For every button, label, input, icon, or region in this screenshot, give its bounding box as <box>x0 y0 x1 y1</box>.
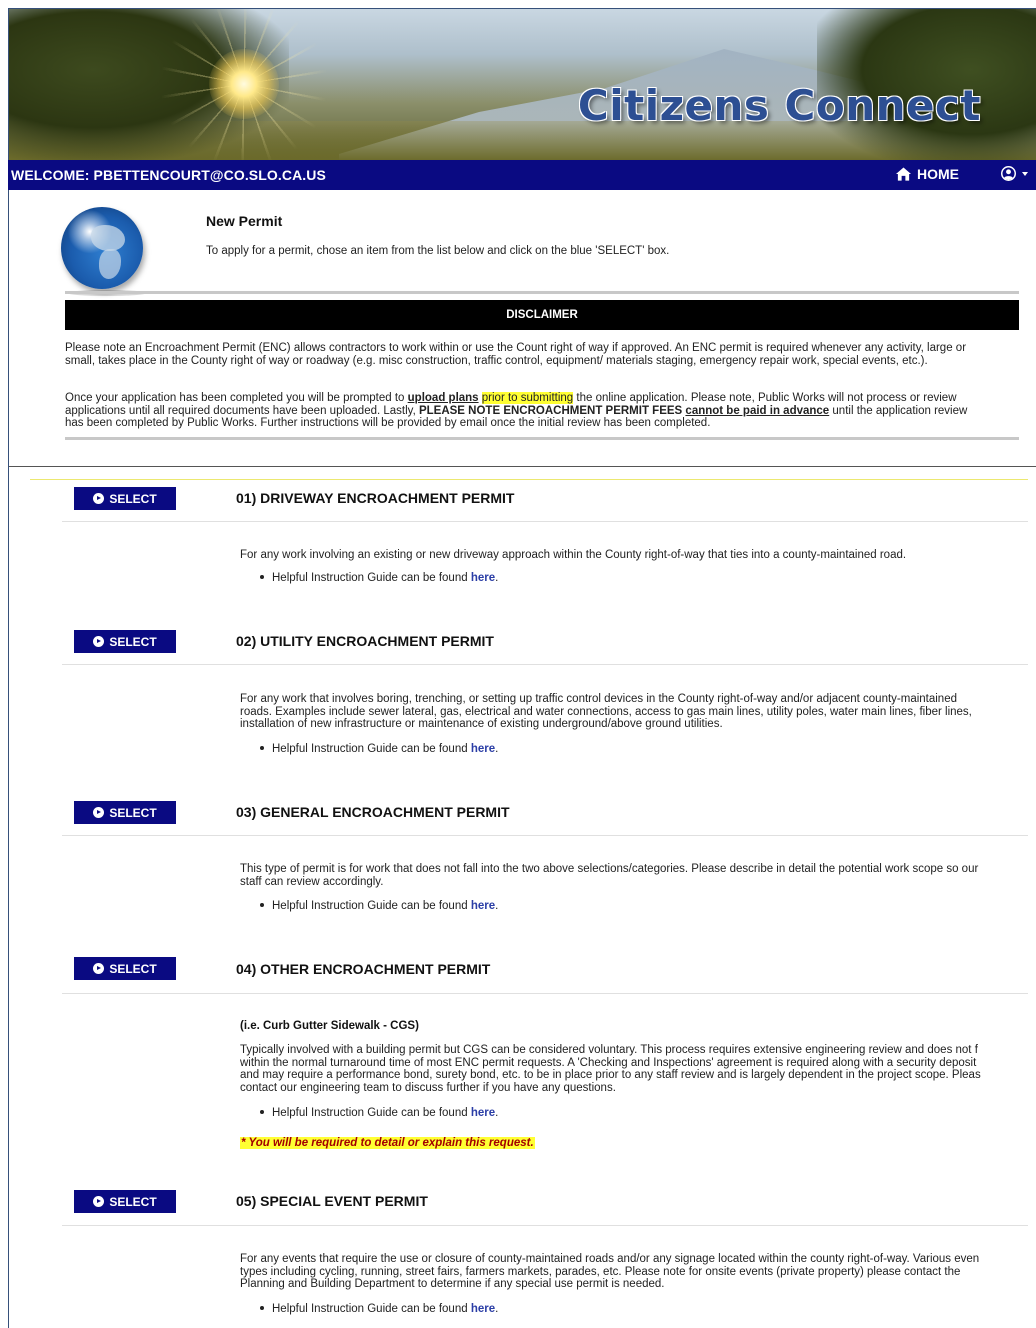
permit-title-utility: 02) UTILITY ENCROACHMENT PERMIT <box>236 633 494 649</box>
page-title: New Permit <box>206 213 283 229</box>
user-circle-icon <box>1001 166 1016 181</box>
select-button-other[interactable]: SELECT <box>74 957 176 980</box>
permit-description-utility: For any work that involves boring, trenc… <box>240 693 972 730</box>
arrow-circle-icon <box>93 493 105 504</box>
divider <box>65 291 1019 294</box>
select-button-utility[interactable]: SELECT <box>74 630 176 653</box>
guide-link-other[interactable]: here <box>471 1107 495 1119</box>
sun-graphic <box>209 49 279 119</box>
select-button-special-event[interactable]: SELECT <box>74 1190 176 1213</box>
home-link[interactable]: HOME <box>896 166 959 182</box>
chevron-down-icon <box>1022 171 1028 176</box>
permit-subhead-other: (i.e. Curb Gutter Sidewalk - CGS) <box>240 1020 419 1032</box>
guide-line-general: Helpful Instruction Guide can be found h… <box>260 900 498 912</box>
guide-line-driveway: Helpful Instruction Guide can be found h… <box>260 572 498 584</box>
permit-description-driveway: For any work involving an existing or ne… <box>240 549 907 561</box>
guide-link-driveway[interactable]: here <box>471 572 495 584</box>
guide-link-general[interactable]: here <box>471 900 495 912</box>
select-button-driveway[interactable]: SELECT <box>74 487 176 510</box>
home-label: HOME <box>917 166 959 182</box>
permit-description-other: Typically involved with a building permi… <box>240 1044 981 1094</box>
permit-title-general: 03) GENERAL ENCROACHMENT PERMIT <box>236 804 510 820</box>
guide-line-special-event: Helpful Instruction Guide can be found h… <box>260 1303 498 1315</box>
disclaimer-header: DISCLAIMER <box>65 300 1019 330</box>
arrow-circle-icon <box>93 963 105 974</box>
permit-title-driveway: 01) DRIVEWAY ENCROACHMENT PERMIT <box>236 490 515 506</box>
list-top-rule <box>30 479 1028 480</box>
welcome-text: WELCOME: PBETTENCOURT@CO.SLO.CA.US <box>11 167 326 183</box>
intro-panel: New Permit To apply for a permit, chose … <box>8 190 1036 467</box>
select-button-general[interactable]: SELECT <box>74 801 176 824</box>
guide-line-other: Helpful Instruction Guide can be found h… <box>260 1107 498 1119</box>
header-banner: Citizens Connect <box>8 8 1036 161</box>
user-menu-button[interactable] <box>1001 166 1028 181</box>
permit-title-special-event: 05) SPECIAL EVENT PERMIT <box>236 1193 428 1209</box>
divider <box>65 437 1019 440</box>
home-icon <box>896 167 911 181</box>
arrow-circle-icon <box>93 636 105 647</box>
arrow-circle-icon <box>93 807 105 818</box>
guide-line-utility: Helpful Instruction Guide can be found h… <box>260 743 498 755</box>
permit-description-special-event: For any events that require the use or c… <box>240 1253 980 1290</box>
guide-link-special-event[interactable]: here <box>471 1303 495 1315</box>
guide-link-utility[interactable]: here <box>471 743 495 755</box>
brand-title: Citizens Connect <box>577 81 981 130</box>
required-note: * You will be required to detail or expl… <box>240 1137 535 1149</box>
permit-description-general: This type of permit is for work that doe… <box>240 863 979 888</box>
permit-title-other: 04) OTHER ENCROACHMENT PERMIT <box>236 961 491 977</box>
page-subtitle: To apply for a permit, chose an item fro… <box>206 245 670 257</box>
globe-icon <box>61 207 143 289</box>
disclaimer-paragraph-2: Once your application has been completed… <box>65 392 968 429</box>
arrow-circle-icon <box>93 1196 105 1207</box>
top-navbar: WELCOME: PBETTENCOURT@CO.SLO.CA.US HOME <box>8 160 1036 190</box>
disclaimer-paragraph-1: Please note an Encroachment Permit (ENC)… <box>65 342 967 367</box>
